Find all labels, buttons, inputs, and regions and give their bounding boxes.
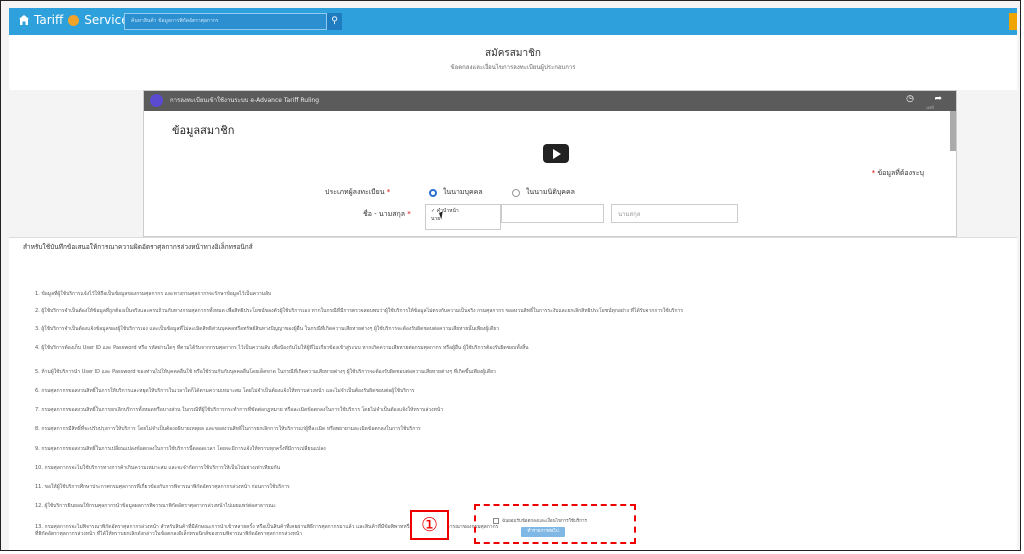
radio-individual[interactable]: ในนามบุคคล [429,187,483,198]
terms-item: 12. ผู้ใช้บริการยินยอมให้กรมศุลกากรนำข้อ… [35,503,276,509]
lastname-placeholder: นามสกุล [618,211,641,218]
page-header: สมัครสมาชิก ข้อตกลงและเงื่อนไขการลงทะเบี… [9,35,1017,90]
name-label-text: ชื่อ - นามสกุล [363,210,406,218]
brand-suffix: Service [84,13,129,27]
watch-later-icon[interactable]: ◷ [906,94,914,104]
video-title-bar: การลงทะเบียนเข้าใช้งานระบบ e-Advance Tar… [144,91,956,111]
registrant-type-label: ประเภทผู้ลงทะเบียน * [325,188,391,196]
section-title: ข้อมูลสมาชิก [172,124,235,137]
prefix-select[interactable]: ✓ คำนำหน้า นาย [425,204,501,230]
search-input[interactable]: ค้นหาสินค้า ข้อมูลการพิกัดอัตราศุลกากร [124,13,327,30]
radio-selected-icon [429,188,437,197]
search-icon: ⚲ [331,16,338,26]
radio-juristic-label: ในนามนิติบุคคล [526,188,575,196]
terms-item: 8. กรมศุลกากรมีสิทธิ์ที่จะปรับปรุงการให้… [35,426,421,432]
terms-item: ที่พิกัดอัตราศุลกากรล่วงหน้า ที่ได้ให้ทร… [35,531,303,537]
page-title: สมัครสมาชิก [485,48,541,59]
home-icon [19,15,29,25]
consent-label: ฉันยอมรับข้อตกลงและเงื่อนไขการใช้บริการ [502,519,587,524]
consent-checkbox[interactable]: ฉันยอมรับข้อตกลงและเงื่อนไขการใช้บริการ [493,517,587,524]
terms-item: 5. ห้ามผู้ใช้บริการนำ User ID และ Passwo… [35,369,496,375]
video-embed[interactable]: การลงทะเบียนเข้าใช้งานระบบ e-Advance Tar… [143,90,957,237]
required-note: * ข้อมูลที่ต้องระบุ [871,169,924,177]
lastname-field[interactable]: นามสกุล [611,204,738,223]
terms-item: 6. กรมศุลกากรขอสงวนสิทธิ์ในการให้บริการแ… [35,388,415,394]
play-button[interactable] [543,144,569,163]
search-button[interactable]: ⚲ [327,13,342,30]
channel-avatar[interactable] [150,94,163,107]
name-label: ชื่อ - นามสกุล * [363,210,411,218]
step-marker: ① [410,510,449,540]
terms-item: 3. ผู้ใช้บริการจำเป็นต้องแจ้งข้อมูลของผู… [35,326,499,332]
next-button[interactable]: ทำรายการต่อไป [521,527,565,537]
radio-unselected-icon [512,188,520,197]
terms-item: 7. กรมศุลกากรขอสงวนสิทธิ์ในการยกเลิกบริก… [35,407,444,413]
page-subtitle: ข้อตกลงและเงื่อนไขการลงทะเบียนผู้ประกอบก… [450,64,576,71]
checkbox-icon[interactable] [493,517,499,524]
video-title[interactable]: การลงทะเบียนเข้าใช้งานระบบ e-Advance Tar… [170,95,319,107]
terms-item: 4. ผู้ใช้บริการต้องเก็บ User ID และ Pass… [35,345,529,351]
scrollbar[interactable] [950,111,956,151]
terms-item: 1. ข้อมูลที่ผู้ใช้บริการแจ้งไว้ให้ถือเป็… [35,291,272,297]
radio-individual-label: ในนามบุคคล [443,188,483,196]
screenshot-frame: Tariff Service ค้นหาสินค้า ข้อมูลการพิกัด… [0,0,1021,551]
search-placeholder: ค้นหาสินค้า ข้อมูลการพิกัดอัตราศุลกากร [131,18,219,24]
highlight-box [474,504,636,544]
brand-logo[interactable]: Tariff Service [18,11,129,29]
terms-modal: สำหรับใช้บันทึกข้อเสนอให้การณาความผิดอัต… [9,237,1017,550]
brand-dot-icon [68,14,80,26]
share-label: แชร์ [926,105,934,110]
top-navbar: Tariff Service ค้นหาสินค้า ข้อมูลการพิกัด… [9,8,1017,35]
share-icon[interactable]: ➦ [934,94,942,104]
modal-title: สำหรับใช้บันทึกข้อเสนอให้การณาความผิดอัต… [23,243,253,251]
radio-juristic[interactable]: ในนามนิติบุคคล [512,187,575,198]
terms-item: 2. ผู้ใช้บริการจำเป็นต้องให้ข้อมูลที่ถูก… [35,308,684,314]
terms-item: 11. ขอให้ผู้ใช้บริการศึกษาประกาศกรมศุลกา… [35,484,290,490]
required-note-text: ข้อมูลที่ต้องระบุ [877,169,924,177]
brand-name: Tariff [34,13,64,27]
lock-icon[interactable] [1009,13,1017,30]
registrant-type-text: ประเภทผู้ลงทะเบียน [325,188,385,196]
terms-item: 9. กรมศุลกากรขอสงวนสิทธิ์ในการเปลี่ยนแปล… [35,446,326,452]
firstname-field[interactable] [501,204,604,223]
terms-item: 10. กรมศุลกากรจะไม่ใช้บริการทางการค้าเกิ… [35,465,281,471]
